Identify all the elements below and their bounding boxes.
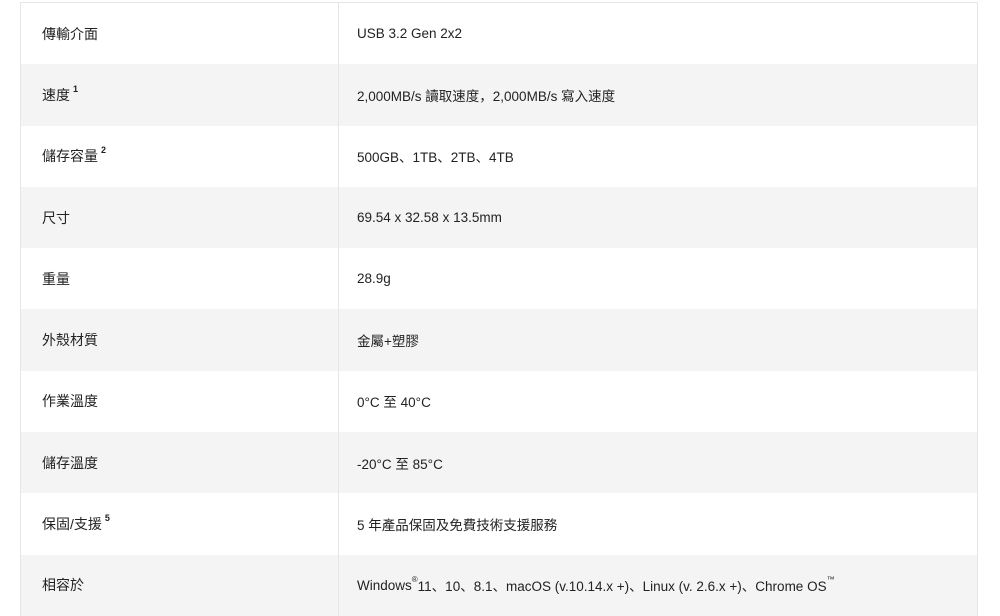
footnote-marker[interactable]: 5 [105, 513, 110, 523]
spec-value: 69.54 x 32.58 x 13.5mm [339, 187, 977, 248]
spec-value-text: 2,000MB/s 讀取速度，2,000MB/s 寫入速度 [357, 88, 616, 104]
spec-label: 保固/支援 5 [21, 493, 339, 555]
spec-row-operating-temp: 作業溫度 0°C 至 40°C [21, 370, 977, 433]
spec-label: 重量 [21, 248, 339, 310]
spec-label-text: 作業溫度 [42, 393, 98, 410]
spec-value: 500GB、1TB、2TB、4TB [339, 126, 977, 187]
spec-label: 儲存容量 2 [21, 125, 339, 187]
spec-row-interface: 傳輸介面 USB 3.2 Gen 2x2 [21, 3, 977, 65]
spec-row-storage-temp: 儲存溫度 -20°C 至 85°C [21, 432, 977, 494]
spec-value-text: 0°C 至 40°C [357, 395, 431, 411]
spec-label-text: 速度 [42, 86, 70, 103]
spec-label: 作業溫度 [21, 370, 339, 433]
spec-label: 外殼材質 [21, 309, 339, 371]
spec-value-text: 69.54 x 32.58 x 13.5mm [357, 210, 502, 226]
footnote-marker[interactable]: 1 [73, 84, 78, 94]
spec-value: 5 年產品保固及免費技術支援服務 [339, 493, 977, 554]
spec-value: Windows ® 11、10、8.1、macOS (v.10.14.x +)、L… [339, 555, 977, 616]
spec-row-capacity: 儲存容量 2 500GB、1TB、2TB、4TB [21, 125, 977, 187]
spec-label: 傳輸介面 [21, 3, 339, 65]
spec-value: 金屬+塑膠 [339, 309, 977, 370]
compat-rest-text: 11、10、8.1、macOS (v.10.14.x +)、Linux (v. … [417, 579, 827, 595]
spec-label: 速度 1 [21, 64, 339, 126]
spec-row-speed: 速度 1 2,000MB/s 讀取速度，2,000MB/s 寫入速度 [21, 64, 977, 126]
spec-label-text: 尺寸 [42, 209, 70, 226]
spec-label-text: 外殼材質 [42, 332, 98, 349]
spec-label-text: 保固/支援 [42, 516, 102, 533]
spec-row-material: 外殼材質 金屬+塑膠 [21, 309, 977, 371]
spec-value-text: USB 3.2 Gen 2x2 [357, 26, 463, 42]
footnote-marker[interactable]: 2 [101, 145, 106, 155]
spec-table: 傳輸介面 USB 3.2 Gen 2x2 速度 1 2,000MB/s 讀取速度… [20, 2, 978, 616]
compat-windows-text: Windows [357, 577, 412, 593]
spec-value: -20°C 至 85°C [339, 432, 977, 493]
spec-value-text: -20°C 至 85°C [357, 456, 443, 472]
spec-row-compatibility: 相容於 Windows ® 11、10、8.1、macOS (v.10.14.x … [21, 554, 977, 616]
spec-label-text: 重量 [42, 270, 70, 287]
spec-value: 2,000MB/s 讀取速度，2,000MB/s 寫入速度 [339, 64, 977, 125]
spec-label: 儲存溫度 [21, 432, 339, 494]
spec-row-dimensions: 尺寸 69.54 x 32.58 x 13.5mm [21, 186, 977, 249]
spec-value-text: 5 年產品保固及免費技術支援服務 [357, 518, 558, 534]
spec-row-weight: 重量 28.9g [21, 248, 977, 310]
spec-label-text: 儲存容量 [42, 148, 98, 165]
spec-row-warranty: 保固/支援 5 5 年產品保固及免費技術支援服務 [21, 493, 977, 555]
spec-label-text: 相容於 [42, 577, 84, 594]
spec-label-text: 傳輸介面 [42, 25, 98, 42]
spec-value-text: 500GB、1TB、2TB、4TB [357, 150, 514, 166]
spec-value: 28.9g [339, 248, 977, 309]
spec-label: 尺寸 [21, 186, 339, 249]
spec-label: 相容於 [21, 554, 339, 616]
spec-value-text: 金屬+塑膠 [357, 334, 419, 350]
spec-value-text: 28.9g [357, 271, 391, 287]
registered-mark: ® [411, 574, 418, 584]
spec-label-text: 儲存溫度 [42, 454, 98, 471]
spec-value: USB 3.2 Gen 2x2 [339, 3, 977, 64]
spec-value: 0°C 至 40°C [339, 371, 977, 432]
trademark-mark: ™ [826, 574, 835, 584]
